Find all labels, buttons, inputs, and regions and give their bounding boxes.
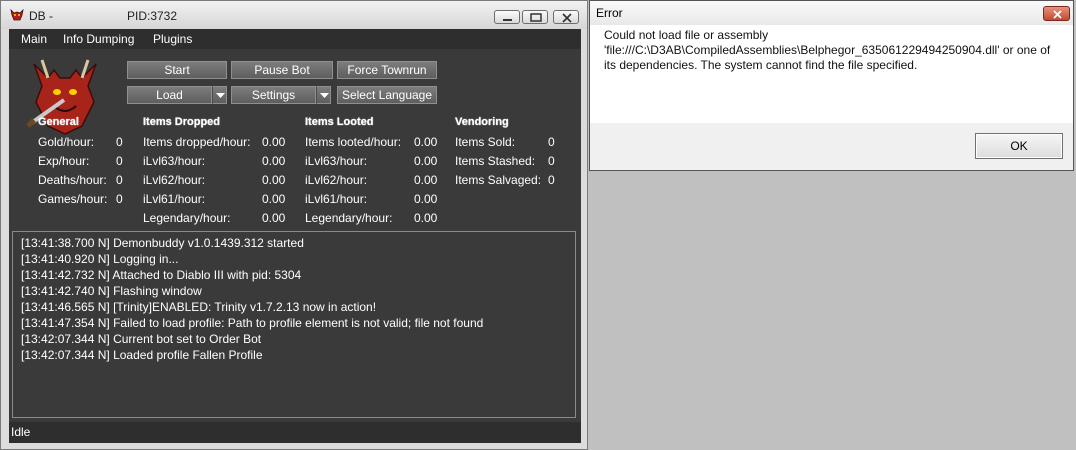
looted-legendary-value: 0.00 bbox=[414, 211, 438, 225]
gold-per-hour-label: Gold/hour: bbox=[38, 135, 95, 149]
dropped-ilvl63-value: 0.00 bbox=[262, 154, 286, 168]
menu-main[interactable]: Main bbox=[21, 32, 47, 46]
settings-dropdown-button[interactable] bbox=[316, 86, 331, 104]
minimize-icon bbox=[503, 19, 512, 21]
items-looted-per-hour-label: Items looted/hour: bbox=[305, 135, 402, 149]
games-per-hour-label: Games/hour: bbox=[38, 192, 108, 206]
select-language-button[interactable]: Select Language bbox=[337, 86, 437, 104]
log-line: [13:41:38.700 N] Demonbuddy v1.0.1439.31… bbox=[21, 236, 304, 250]
exp-per-hour-value: 0 bbox=[116, 154, 123, 168]
dropped-ilvl62-value: 0.00 bbox=[262, 173, 286, 187]
load-dropdown-button[interactable] bbox=[212, 86, 227, 104]
error-titlebar[interactable]: Error bbox=[590, 1, 1073, 25]
db-client-area: Main Info Dumping Plugins Start Pause Bo… bbox=[9, 29, 581, 443]
close-icon bbox=[1053, 10, 1062, 19]
close-icon bbox=[562, 13, 572, 23]
log-line: [13:41:46.565 N] [Trinity]ENABLED: Trini… bbox=[21, 300, 377, 314]
error-message: Could not load file or assembly 'file://… bbox=[604, 28, 1051, 72]
items-dropped-per-hour-value: 0.00 bbox=[262, 135, 286, 149]
status-text: Idle bbox=[11, 425, 31, 439]
exp-per-hour-label: Exp/hour: bbox=[38, 154, 90, 168]
log-line: [13:42:07.344 N] Current bot set to Orde… bbox=[21, 332, 262, 346]
dropdown-arrow-icon bbox=[216, 93, 225, 98]
error-title: Error bbox=[596, 6, 623, 20]
deaths-per-hour-value: 0 bbox=[116, 173, 123, 187]
gold-per-hour-value: 0 bbox=[116, 135, 123, 149]
force-townrun-button[interactable]: Force Townrun bbox=[337, 61, 437, 79]
window-pid: PID:3732 bbox=[127, 9, 178, 23]
error-close-button[interactable] bbox=[1043, 6, 1070, 21]
dropped-legendary-label: Legendary/hour: bbox=[143, 211, 231, 225]
log-line: [13:41:40.920 N] Logging in... bbox=[21, 252, 179, 266]
vendoring-header: Vendoring bbox=[455, 116, 509, 128]
log-line: [13:41:42.732 N] Attached to Diablo III … bbox=[21, 268, 302, 282]
items-stashed-label: Items Stashed: bbox=[455, 154, 536, 168]
load-button[interactable]: Load bbox=[127, 86, 212, 104]
db-titlebar[interactable]: DB - PID:3732 bbox=[1, 1, 587, 29]
maximize-button[interactable] bbox=[522, 10, 548, 24]
dropped-ilvl63-label: iLvl63/hour: bbox=[143, 154, 206, 168]
menu-plugins[interactable]: Plugins bbox=[153, 32, 192, 46]
dropped-ilvl61-value: 0.00 bbox=[262, 192, 286, 206]
items-salvaged-label: Items Salvaged: bbox=[455, 173, 542, 187]
error-dialog: Error Could not load file or assembly 'f… bbox=[589, 0, 1074, 171]
start-button[interactable]: Start bbox=[127, 61, 227, 79]
looted-ilvl63-label: iLvl63/hour: bbox=[305, 154, 368, 168]
settings-button[interactable]: Settings bbox=[231, 86, 316, 104]
log-line: [13:41:47.354 N] Failed to load profile:… bbox=[21, 316, 484, 330]
status-bar: Idle bbox=[9, 422, 581, 443]
dropped-legendary-value: 0.00 bbox=[262, 211, 286, 225]
items-dropped-per-hour-label: Items dropped/hour: bbox=[143, 135, 251, 149]
minimize-button[interactable] bbox=[494, 10, 520, 24]
items-stashed-value: 0 bbox=[548, 154, 555, 168]
log-line: [13:41:42.740 N] Flashing window bbox=[21, 284, 202, 298]
menu-info-dumping[interactable]: Info Dumping bbox=[63, 32, 134, 46]
menubar: Main Info Dumping Plugins bbox=[9, 29, 581, 49]
games-per-hour-value: 0 bbox=[116, 192, 123, 206]
items-sold-label: Items Sold: bbox=[455, 135, 516, 149]
items-dropped-header: Items Dropped bbox=[143, 116, 221, 128]
deaths-per-hour-label: Deaths/hour: bbox=[38, 173, 107, 187]
items-looted-header: Items Looted bbox=[305, 116, 374, 128]
log-line: [13:42:07.344 N] Loaded profile Fallen P… bbox=[21, 348, 263, 362]
looted-ilvl63-value: 0.00 bbox=[414, 154, 438, 168]
items-sold-value: 0 bbox=[548, 135, 555, 149]
looted-legendary-label: Legendary/hour: bbox=[305, 211, 393, 225]
general-header: General bbox=[38, 116, 79, 128]
maximize-icon bbox=[530, 13, 542, 22]
items-salvaged-value: 0 bbox=[548, 173, 555, 187]
dropped-ilvl61-label: iLvl61/hour: bbox=[143, 192, 206, 206]
dropdown-arrow-icon bbox=[320, 93, 329, 98]
pause-bot-button[interactable]: Pause Bot bbox=[231, 61, 333, 79]
looted-ilvl61-value: 0.00 bbox=[414, 192, 438, 206]
items-looted-per-hour-value: 0.00 bbox=[414, 135, 438, 149]
demon-app-icon bbox=[10, 9, 24, 21]
window-title: DB - bbox=[29, 9, 53, 23]
looted-ilvl61-label: iLvl61/hour: bbox=[305, 192, 368, 206]
looted-ilvl62-value: 0.00 bbox=[414, 173, 438, 187]
dropped-ilvl62-label: iLvl62/hour: bbox=[143, 173, 206, 187]
db-window: DB - PID:3732 Main Info Dumping Plugins bbox=[0, 0, 588, 450]
looted-ilvl62-label: iLvl62/hour: bbox=[305, 173, 368, 187]
log-output[interactable]: [13:41:38.700 N] Demonbuddy v1.0.1439.31… bbox=[12, 231, 576, 418]
ok-button[interactable]: OK bbox=[975, 133, 1063, 159]
close-button[interactable] bbox=[553, 10, 579, 24]
